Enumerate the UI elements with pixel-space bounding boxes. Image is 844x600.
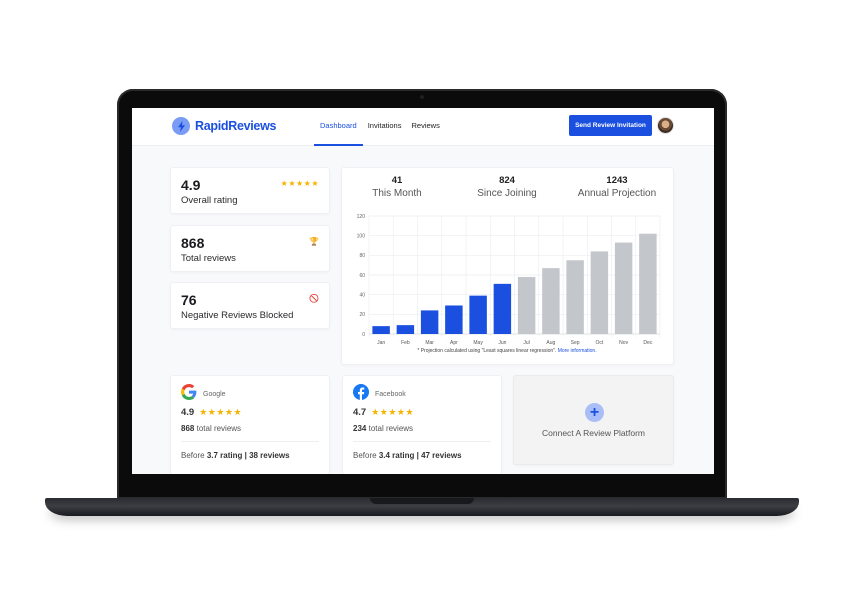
platform-card-google[interactable]: Google 4.9 ★★★★★ 868 total reviews Befor… (170, 375, 330, 474)
y-tick-label: 100 (357, 233, 366, 239)
bar-jan (372, 326, 390, 334)
bar-jun (493, 283, 512, 334)
stat-value: 4.9 (181, 177, 201, 193)
platform-rating: 4.9 (181, 407, 195, 418)
x-tick-label: Jun (498, 340, 506, 346)
total-text: total reviews (196, 424, 242, 433)
plus-icon: + (585, 403, 604, 422)
bar-sep (566, 260, 584, 334)
nav-invitations[interactable]: Invitations (363, 108, 407, 146)
stat-label: Negative Reviews Blocked (181, 310, 294, 321)
top-header: RapidReviews Dashboard Invitations Revie… (132, 108, 714, 146)
laptop-notch (370, 498, 474, 504)
stat-value: 76 (181, 292, 197, 308)
x-tick-label: Mar (425, 340, 434, 346)
before-prefix: Before (181, 451, 205, 460)
bar-apr (445, 305, 463, 334)
nav-dashboard[interactable]: Dashboard (314, 108, 363, 146)
connect-platform-card[interactable]: + Connect A Review Platform (513, 375, 674, 465)
brand-name: RapidReviews (195, 119, 277, 133)
chart-footnote: * Projection calculated using "Least squ… (342, 348, 672, 354)
x-tick-label: Dec (643, 340, 652, 346)
y-tick-label: 120 (357, 214, 366, 220)
x-tick-label: Jan (377, 340, 385, 346)
trophy-icon: 🏆 (309, 237, 319, 246)
platform-before: Before 3.7 rating | 38 reviews (181, 451, 290, 460)
stat-card-total-reviews: 868 Total reviews 🏆 (170, 225, 330, 272)
total-count: 868 (181, 424, 195, 433)
bar-oct (590, 251, 609, 334)
x-tick-label: Sep (571, 340, 580, 346)
stars-icon: ★★★★★ (371, 407, 415, 417)
divider (353, 441, 491, 442)
more-information-link[interactable]: More information. (558, 348, 597, 354)
send-review-invitation-button[interactable]: Send Review Invitation (569, 115, 652, 136)
total-count: 234 (353, 424, 367, 433)
platform-name: Facebook (375, 391, 406, 398)
before-prefix: Before (353, 451, 377, 460)
stat-card-overall-rating: 4.9 Overall rating ★★★★★ (170, 167, 330, 214)
footnote-text: * Projection calculated using "Least squ… (417, 348, 557, 354)
before-value: 3.4 rating | 47 reviews (378, 451, 462, 460)
platform-total: 868 total reviews (181, 424, 241, 433)
x-tick-label: Jul (523, 340, 529, 346)
connect-platform-label: Connect A Review Platform (542, 428, 645, 438)
nav-reviews[interactable]: Reviews (406, 108, 444, 146)
bar-feb (396, 325, 415, 334)
before-value: 3.7 rating | 38 reviews (206, 451, 290, 460)
y-tick-label: 60 (359, 273, 365, 279)
total-text: total reviews (368, 424, 414, 433)
main-nav: Dashboard Invitations Reviews (314, 108, 445, 146)
platform-before: Before 3.4 rating | 47 reviews (353, 451, 462, 460)
x-tick-label: Nov (619, 340, 628, 346)
stat-label: Total reviews (181, 253, 236, 264)
y-tick-label: 0 (362, 332, 365, 338)
stat-label: Overall rating (181, 195, 238, 206)
x-tick-label: May (473, 340, 483, 346)
y-tick-label: 40 (359, 292, 365, 298)
bar-aug (542, 268, 560, 334)
laptop-base (45, 498, 799, 516)
divider (181, 441, 319, 442)
stat-card-negative-blocked: 76 Negative Reviews Blocked 🚫 (170, 282, 330, 329)
bar-mar (420, 310, 439, 334)
brand-logo[interactable]: RapidReviews (172, 117, 276, 135)
facebook-icon (353, 384, 369, 405)
google-icon (181, 384, 197, 405)
stars-icon: ★★★★★ (199, 407, 243, 417)
user-avatar[interactable] (657, 117, 674, 134)
x-tick-label: Oct (595, 340, 603, 346)
app-screen: RapidReviews Dashboard Invitations Revie… (132, 108, 714, 474)
lightning-icon (172, 117, 190, 135)
reviews-bar-chart: 0 20 40 60 80 100 120 Jan Feb Mar Apr May Jun Jul Aug S… (357, 214, 661, 346)
y-tick-label: 80 (359, 253, 365, 259)
bar-jul (517, 276, 536, 334)
camera (420, 95, 424, 99)
blocked-icon: 🚫 (309, 294, 319, 303)
platform-name: Google (203, 391, 226, 398)
bar-dec (639, 233, 657, 334)
chart-card: 41 This Month 824 Since Joining 1243 Ann… (341, 167, 674, 365)
x-tick-label: Apr (450, 340, 458, 346)
five-stars-icon: ★★★★★ (280, 179, 319, 188)
y-tick-label: 20 (359, 312, 365, 318)
stat-value: 868 (181, 235, 205, 251)
bar-nov (614, 242, 633, 334)
x-tick-label: Feb (401, 340, 410, 346)
platform-rating: 4.7 (353, 407, 367, 418)
x-tick-label: Aug (546, 340, 555, 346)
platform-total: 234 total reviews (353, 424, 413, 433)
bar-may (469, 295, 487, 334)
platform-card-facebook[interactable]: Facebook 4.7 ★★★★★ 234 total reviews Bef… (342, 375, 502, 474)
